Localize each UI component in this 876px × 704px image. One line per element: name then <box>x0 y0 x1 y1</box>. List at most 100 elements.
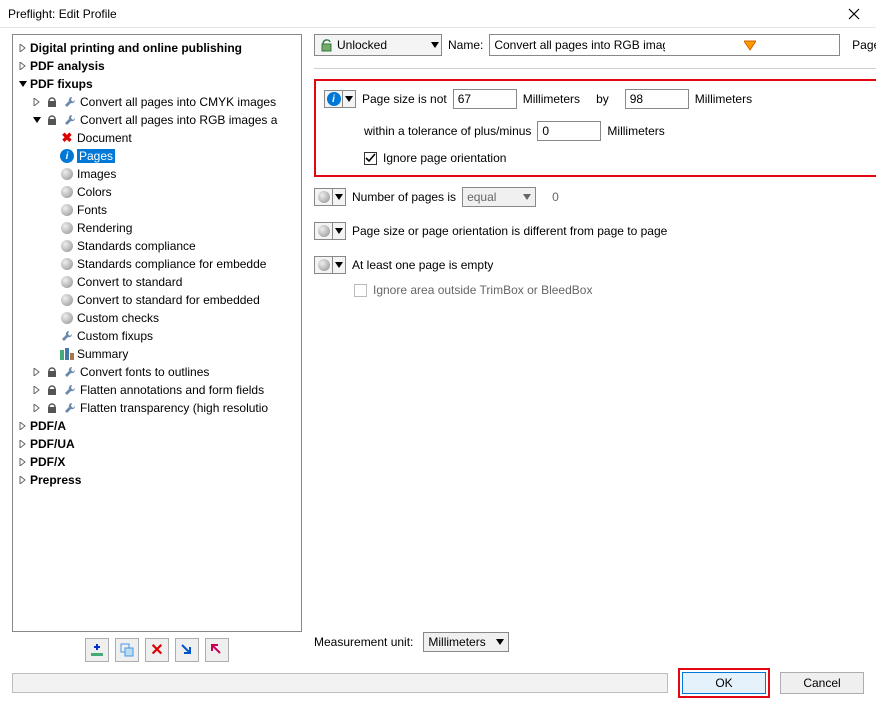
tree-item[interactable]: PDF fixups <box>13 75 301 93</box>
chevron-right-icon[interactable] <box>17 474 29 486</box>
close-button[interactable] <box>838 2 870 26</box>
tree-item[interactable]: Prepress <box>13 471 301 489</box>
ok-button[interactable]: OK <box>682 672 766 694</box>
tree-label: Fonts <box>77 203 107 217</box>
chevron-down-icon <box>431 42 439 48</box>
severity-dropdown[interactable] <box>314 255 346 275</box>
tree-label: Digital printing and online publishing <box>30 41 242 55</box>
delete-button[interactable]: ✕ <box>145 638 169 662</box>
tree-item[interactable]: Custom checks <box>13 309 301 327</box>
info-icon: i <box>59 148 75 164</box>
chevron-right-icon[interactable] <box>17 438 29 450</box>
lock-icon <box>44 364 60 380</box>
chevron-right-icon[interactable] <box>31 384 43 396</box>
tree-item[interactable]: Colors <box>13 183 301 201</box>
export-button[interactable] <box>205 638 229 662</box>
checkbox-label: Ignore page orientation <box>383 151 506 165</box>
unit-label: Millimeters <box>695 92 752 106</box>
chevron-right-icon[interactable] <box>31 366 43 378</box>
tree-label: PDF/UA <box>30 437 75 451</box>
tree-label: Document <box>77 131 132 145</box>
cancel-button[interactable]: Cancel <box>780 672 864 694</box>
x-icon: ✖ <box>59 130 75 146</box>
tree-item[interactable]: PDF analysis <box>13 57 301 75</box>
chevron-down-icon[interactable] <box>31 114 43 126</box>
bullet-icon <box>59 166 75 182</box>
tolerance-label: within a tolerance of plus/minus <box>364 124 531 138</box>
bullet-icon <box>59 274 75 290</box>
wrench-icon <box>62 382 78 398</box>
x-icon: ✕ <box>150 640 163 660</box>
bullet-icon <box>59 292 75 308</box>
import-button[interactable] <box>175 638 199 662</box>
bullet-icon <box>318 191 330 203</box>
lock-dropdown[interactable]: Unlocked <box>314 34 442 56</box>
tree-item[interactable]: Digital printing and online publishing <box>13 39 301 57</box>
lock-icon <box>44 112 60 128</box>
tree-item[interactable]: Convert all pages into RGB images a <box>13 111 301 129</box>
tolerance-field[interactable]: 0 <box>537 121 601 141</box>
tree-label: Flatten annotations and form fields <box>80 383 264 397</box>
wrench-icon <box>62 94 78 110</box>
tree-label: Convert to standard <box>77 275 182 289</box>
width-field[interactable]: 67 <box>453 89 517 109</box>
chevron-down-icon[interactable] <box>17 78 29 90</box>
tree-item[interactable]: Convert to standard for embedded <box>13 291 301 309</box>
tree-label: Convert fonts to outlines <box>80 365 209 379</box>
chevron-right-icon[interactable] <box>17 60 29 72</box>
severity-dropdown[interactable] <box>314 187 346 207</box>
tree-item[interactable]: Flatten transparency (high resolutio <box>13 399 301 417</box>
measurement-unit-dropdown[interactable]: Millimeters <box>423 632 509 652</box>
chevron-right-icon[interactable] <box>17 42 29 54</box>
equal-dropdown[interactable]: equal <box>462 187 536 207</box>
profile-tree[interactable]: Digital printing and online publishing P… <box>12 34 302 632</box>
tree-label: Images <box>77 167 116 181</box>
tree-label: PDF analysis <box>30 59 105 73</box>
tree-item[interactable]: Rendering <box>13 219 301 237</box>
chevron-down-icon <box>496 639 504 645</box>
tree-item[interactable]: Summary <box>13 345 301 363</box>
tree-item[interactable]: PDF/A <box>13 417 301 435</box>
bullet-icon <box>59 220 75 236</box>
window-title: Preflight: Edit Profile <box>8 7 838 21</box>
tree-item[interactable]: Convert all pages into CMYK images <box>13 93 301 111</box>
tree-item[interactable]: Images <box>13 165 301 183</box>
ignore-trimbox-checkbox[interactable] <box>354 284 367 297</box>
unit-label: Millimeters <box>523 92 580 106</box>
ignore-orientation-checkbox[interactable] <box>364 152 377 165</box>
name-field[interactable]: Convert all pages into RGB images and pr… <box>489 34 840 56</box>
height-field[interactable]: 98 <box>625 89 689 109</box>
tree-item[interactable]: PDF/X <box>13 453 301 471</box>
bullet-icon <box>59 310 75 326</box>
tree-item[interactable]: Standards compliance for embedde <box>13 255 301 273</box>
tree-item[interactable]: Fonts <box>13 201 301 219</box>
check-label: Number of pages is <box>352 190 456 204</box>
severity-dropdown[interactable] <box>314 221 346 241</box>
bullet-icon <box>318 259 330 271</box>
chevron-right-icon[interactable] <box>17 456 29 468</box>
tree-item[interactable]: ✖ Document <box>13 129 301 147</box>
chevron-right-icon[interactable] <box>31 402 43 414</box>
tree-item-selected[interactable]: i Pages <box>13 147 301 165</box>
tree-item[interactable]: Convert to standard <box>13 273 301 291</box>
info-icon: i <box>327 92 341 106</box>
tree-item[interactable]: Flatten annotations and form fields <box>13 381 301 399</box>
tree-label: Convert to standard for embedded <box>77 293 260 307</box>
unlock-icon <box>319 38 333 52</box>
severity-dropdown[interactable]: i <box>324 89 356 109</box>
tree-label: Prepress <box>30 473 81 487</box>
plus-icon <box>90 643 104 657</box>
chevron-right-icon[interactable] <box>31 96 43 108</box>
tree-label: Pages <box>77 149 115 163</box>
tree-item[interactable]: Convert fonts to outlines <box>13 363 301 381</box>
tree-item[interactable]: PDF/UA <box>13 435 301 453</box>
duplicate-button[interactable] <box>115 638 139 662</box>
tree-label: Flatten transparency (high resolutio <box>80 401 268 415</box>
tree-item[interactable]: Custom fixups <box>13 327 301 345</box>
chevron-down-icon <box>345 96 353 102</box>
checkbox-label: Ignore area outside TrimBox or BleedBox <box>373 283 592 297</box>
tree-item[interactable]: Standards compliance <box>13 237 301 255</box>
chevron-right-icon[interactable] <box>17 420 29 432</box>
add-button[interactable] <box>85 638 109 662</box>
lock-label: Unlocked <box>337 38 387 52</box>
